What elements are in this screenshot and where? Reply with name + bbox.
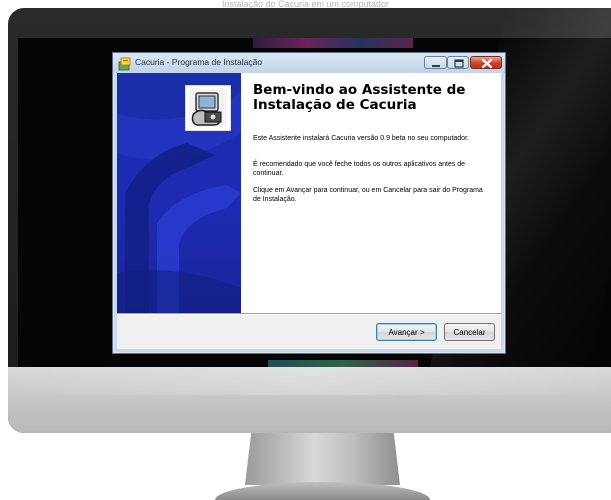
recommendation-paragraph: É recomendado que você feche todos os ou… xyxy=(253,161,466,177)
window-title: Cacuria - Programa de Instalação xyxy=(135,57,263,67)
intro-paragraph: Este Assistente instalará Cacuria versão… xyxy=(253,135,469,142)
installer-client-area: Bem-vindo ao Assistente de Instalação de… xyxy=(117,73,501,349)
setup-app-icon xyxy=(118,56,132,71)
minimize-button[interactable] xyxy=(424,56,447,69)
wizard-sidebar-image xyxy=(117,73,241,313)
minimize-icon xyxy=(432,65,440,67)
close-icon xyxy=(481,58,493,69)
close-button[interactable] xyxy=(470,56,502,69)
monitor-stand xyxy=(245,433,400,485)
cancel-button[interactable]: Cancelar xyxy=(444,323,495,341)
setup-computer-icon xyxy=(185,85,231,131)
installer-window: Cacuria - Programa de Instalação Bem-vin… xyxy=(112,52,506,354)
wallpaper-accent xyxy=(253,38,413,48)
welcome-heading: Bem-vindo ao Assistente de Instalação de… xyxy=(253,82,466,113)
title-bar[interactable]: Cacuria - Programa de Instalação xyxy=(113,53,505,73)
maximize-icon xyxy=(454,59,464,68)
instructions-paragraph: Clique em Avançar para continuar, ou em … xyxy=(253,187,483,203)
next-button[interactable]: Avançar > xyxy=(376,323,437,341)
monitor-chin-shine xyxy=(8,367,611,395)
wizard-content: Bem-vindo ao Assistente de Instalação de… xyxy=(241,73,501,313)
maximize-button[interactable] xyxy=(447,56,469,69)
wizard-footer: Avançar > Cancelar xyxy=(117,315,501,349)
